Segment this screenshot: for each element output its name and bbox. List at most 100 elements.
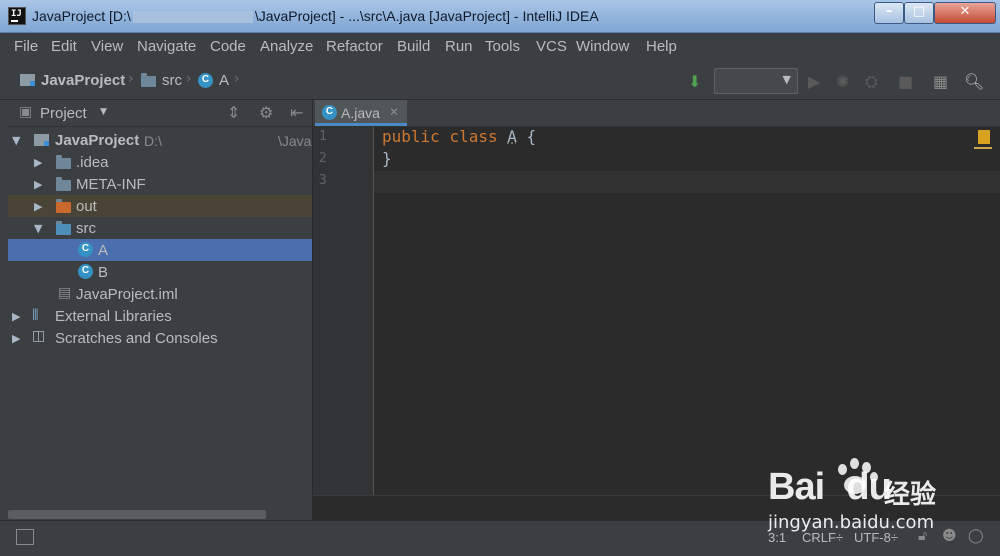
run-with-coverage-icon[interactable]: ⛭ xyxy=(865,72,878,92)
tool-windows-toggle-icon[interactable] xyxy=(16,529,34,545)
class-name: A xyxy=(507,127,517,146)
project-dropdown-icon[interactable]: ▼ xyxy=(100,107,107,117)
menu-vcs[interactable]: VCS xyxy=(536,38,567,55)
iml-file-icon: ▤ xyxy=(58,285,72,301)
tree-row-class-a[interactable]: C A xyxy=(8,239,312,261)
search-icon[interactable]: 🔍︎ xyxy=(964,72,984,91)
close-brace: } xyxy=(382,149,392,168)
tree-row-src[interactable]: ▼ src xyxy=(8,217,312,239)
close-button[interactable]: ✕ xyxy=(934,2,996,24)
gear-icon[interactable]: ⚙ xyxy=(259,103,273,122)
tree-row-class-b[interactable]: C B xyxy=(8,261,312,283)
tree-row-scratches[interactable]: ▶ ◫ Scratches and Consoles xyxy=(8,327,312,349)
tree-row-iml[interactable]: ▤ JavaProject.iml xyxy=(8,283,312,305)
window-title-suffix: \JavaProject] - ...\src\A.java [JavaProj… xyxy=(254,8,599,24)
project-horizontal-scrollbar[interactable] xyxy=(8,510,266,519)
breadcrumb-project[interactable]: JavaProject xyxy=(41,72,125,89)
collapsed-arrow-icon[interactable]: ▶ xyxy=(34,156,42,169)
root-path-start: D:\ xyxy=(144,133,162,149)
intellij-app-icon: IJ xyxy=(8,7,26,25)
tree-row-out[interactable]: ▶ out xyxy=(8,195,312,217)
expanded-arrow-icon[interactable]: ▼ xyxy=(12,134,20,147)
menu-navigate[interactable]: Navigate xyxy=(137,38,196,55)
menu-tools[interactable]: Tools xyxy=(485,38,520,55)
minimize-icon: – xyxy=(885,4,893,19)
code-editor[interactable]: public class A { } xyxy=(374,127,1000,495)
project-structure-icon[interactable]: ▦ xyxy=(933,72,948,91)
collapsed-arrow-icon[interactable]: ▶ xyxy=(34,200,42,213)
menu-window[interactable]: Window xyxy=(576,38,629,55)
maximize-button[interactable]: □ xyxy=(904,2,934,24)
menu-build[interactable]: Build xyxy=(397,38,430,55)
tree-label-class-a: A xyxy=(98,242,109,259)
stop-icon[interactable]: ■ xyxy=(898,72,913,91)
menu-file[interactable]: File xyxy=(14,38,38,55)
java-class-icon: C xyxy=(198,73,213,88)
build-project-icon[interactable]: ⬇ xyxy=(688,72,701,91)
error-stripe-mark[interactable] xyxy=(974,147,992,149)
tree-row-idea[interactable]: ▶ .idea xyxy=(8,151,312,173)
collapsed-arrow-icon[interactable]: ▶ xyxy=(34,178,42,191)
keyword-public: public xyxy=(382,127,440,146)
java-class-icon: C xyxy=(78,242,93,257)
folder-icon xyxy=(56,155,71,169)
tree-label-src: src xyxy=(76,220,96,237)
close-tab-icon[interactable]: ✕ xyxy=(389,105,399,119)
breadcrumb-separator-icon: › xyxy=(234,71,240,87)
breadcrumb-file[interactable]: A xyxy=(219,72,229,89)
breadcrumb-src[interactable]: src xyxy=(162,72,182,89)
tree-row-root[interactable]: ▼ JavaProject D:\ \Java xyxy=(8,129,312,151)
inspection-warning-icon[interactable] xyxy=(978,130,990,144)
menu-help[interactable]: Help xyxy=(646,38,677,55)
menu-edit[interactable]: Edit xyxy=(51,38,77,55)
tab-a-java[interactable]: C A.java ✕ xyxy=(315,100,407,126)
menu-analyze[interactable]: Analyze xyxy=(260,38,313,55)
project-panel-title[interactable]: Project xyxy=(40,105,87,122)
window-title-prefix: JavaProject [D:\ xyxy=(32,8,131,24)
debug-icon[interactable]: ✺ xyxy=(836,72,849,91)
tree-label-external-libraries: External Libraries xyxy=(55,308,172,325)
keyword-class: class xyxy=(449,127,498,146)
project-view-icon: ▣ xyxy=(19,104,33,120)
chevron-down-icon: ▼ xyxy=(782,73,791,86)
code-line-2[interactable]: } xyxy=(382,149,392,168)
collapsed-arrow-icon[interactable]: ▶ xyxy=(12,310,20,323)
tree-label-class-b: B xyxy=(98,264,109,281)
line-number: 3 xyxy=(319,173,327,188)
root-path-end: \Java xyxy=(278,133,312,149)
project-module-icon xyxy=(20,74,35,86)
open-brace: { xyxy=(526,127,537,146)
code-line-1[interactable]: public class A { xyxy=(382,127,536,146)
maximize-icon: □ xyxy=(912,4,926,19)
module-icon xyxy=(34,134,49,146)
run-icon[interactable]: ▶ xyxy=(808,72,820,91)
breadcrumb-separator-icon: › xyxy=(186,71,192,87)
collapsed-arrow-icon[interactable]: ▶ xyxy=(12,332,20,345)
excluded-folder-icon xyxy=(56,199,71,213)
menu-run[interactable]: Run xyxy=(445,38,473,55)
menu-code[interactable]: Code xyxy=(210,38,246,55)
folder-icon xyxy=(56,177,71,191)
watermark-brand: Baiddu xyxy=(768,466,892,508)
run-configuration-select[interactable]: ▼ xyxy=(714,68,798,94)
tree-label-root: JavaProject xyxy=(55,132,140,149)
navigation-bar: JavaProject › src › C A › ⬇ ▶ ✺ ⛭ ■ ▦ 🔍︎ xyxy=(0,61,1000,100)
java-class-icon: C xyxy=(322,105,337,120)
menu-bar: File Edit View Navigate Code Analyze Ref… xyxy=(0,33,1000,61)
collapse-all-icon[interactable]: ⇕ xyxy=(227,103,240,122)
tree-row-external-libraries[interactable]: ▶ ⦀ External Libraries xyxy=(8,305,312,327)
menu-refactor[interactable]: Refactor xyxy=(326,38,383,55)
hide-panel-icon[interactable]: ⇤ xyxy=(290,103,303,122)
caret-row-highlight xyxy=(374,171,1000,193)
project-tree: ▼ JavaProject D:\ \Java ▶ .idea ▶ META-I… xyxy=(8,127,312,520)
java-class-icon: C xyxy=(78,264,93,279)
expanded-arrow-icon[interactable]: ▼ xyxy=(34,222,42,235)
window-title: JavaProject [D:\ \JavaProject] - ...\src\… xyxy=(32,8,599,24)
title-bar: IJ JavaProject [D:\ \JavaProject] - ...\s… xyxy=(0,0,1000,33)
minimize-button[interactable]: – xyxy=(874,2,904,24)
tree-row-meta-inf[interactable]: ▶ META-INF xyxy=(8,173,312,195)
ide-window: IJ JavaProject [D:\ \JavaProject] - ...\s… xyxy=(0,0,1000,556)
tree-label-meta-inf: META-INF xyxy=(76,176,146,193)
tree-label-iml: JavaProject.iml xyxy=(76,286,178,303)
menu-view[interactable]: View xyxy=(91,38,123,55)
